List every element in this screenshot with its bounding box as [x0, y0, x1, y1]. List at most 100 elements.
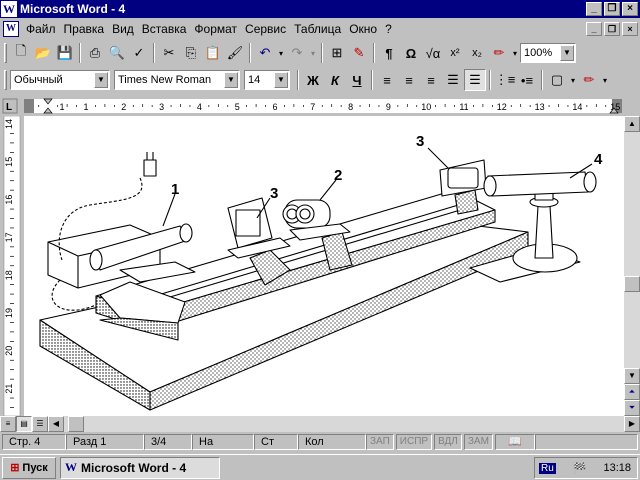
show-formatting-icon[interactable]: ¶	[378, 42, 400, 64]
paste-icon[interactable]: 📋	[202, 42, 224, 64]
highlight-dropdown-icon[interactable]: ▾	[510, 42, 520, 64]
horizontal-scrollbar[interactable]: ≡ ▤ ☰ ◀ ▶	[0, 416, 640, 432]
toolbar-grip[interactable]	[4, 43, 7, 63]
numbered-list-icon[interactable]: ⋮≡	[494, 69, 516, 91]
align-right-icon[interactable]: ≡	[420, 69, 442, 91]
distributed-align-icon[interactable]: ☰	[464, 69, 486, 91]
status-col: Кол	[298, 434, 366, 450]
drawing-icon[interactable]: ✎	[348, 42, 370, 64]
horizontal-thumb[interactable]	[68, 416, 84, 432]
font-select[interactable]: Times New Roman ▼	[114, 70, 240, 90]
previous-page-button[interactable]: ⏶	[624, 384, 640, 400]
maximize-button[interactable]: ❐	[604, 2, 620, 16]
copy-icon[interactable]: ⎘	[180, 42, 202, 64]
horizontal-ruler[interactable]: L 1 1 2 3 4 5 6 7 8 9 10 11 12 13 14 15	[0, 96, 640, 116]
align-center-icon[interactable]: ≡	[398, 69, 420, 91]
open-icon[interactable]: 📂	[32, 42, 54, 64]
print-icon[interactable]: ⎙	[84, 42, 106, 64]
menu-edit[interactable]: Правка	[60, 22, 109, 36]
redo-dropdown-icon[interactable]: ▾	[308, 42, 318, 64]
horizontal-track[interactable]	[64, 416, 624, 432]
lamp-tube-end	[179, 223, 193, 243]
status-pages: 3/4	[144, 434, 192, 450]
menu-window[interactable]: Окно	[345, 22, 381, 36]
undo-icon[interactable]: ↶	[254, 42, 276, 64]
word-app-icon[interactable]: W	[1, 1, 17, 17]
menu-bar: W Файл Правка Вид Вставка Формат Сервис …	[0, 18, 640, 40]
font-size-select[interactable]: 14 ▼	[244, 70, 290, 90]
underline-button[interactable]: Ч	[346, 69, 368, 91]
scroll-down-button[interactable]: ▼	[624, 368, 640, 384]
print-preview-icon[interactable]: 🔍	[106, 42, 128, 64]
document-icon[interactable]: W	[3, 21, 19, 37]
align-left-icon[interactable]: ≡	[376, 69, 398, 91]
doc-minimize-button[interactable]: _	[586, 22, 602, 36]
task-word-button[interactable]: W Microsoft Word - 4	[60, 456, 220, 479]
undo-dropdown-icon[interactable]: ▾	[276, 42, 286, 64]
mode-extend[interactable]: ВДЛ	[434, 434, 462, 450]
vertical-scrollbar[interactable]: ▲ ▼ ⏶ ⏷	[624, 116, 640, 416]
save-icon[interactable]: 💾	[54, 42, 76, 64]
menu-view[interactable]: Вид	[108, 22, 138, 36]
language-indicator[interactable]: Ru	[539, 462, 556, 474]
clock[interactable]: 13:18	[603, 462, 631, 474]
equation-icon[interactable]: √α	[422, 42, 444, 64]
italic-button[interactable]: К	[324, 69, 346, 91]
scroll-right-button[interactable]: ▶	[624, 416, 640, 432]
chevron-down-icon[interactable]: ▼	[560, 45, 574, 61]
vruler-label: 21	[4, 384, 14, 394]
chevron-down-icon[interactable]: ▼	[94, 72, 108, 88]
mode-rec[interactable]: ЗАП	[366, 434, 394, 450]
spelling-icon[interactable]: ✓	[128, 42, 150, 64]
document-area[interactable]: 1 3 2 3 4	[24, 116, 624, 416]
cut-icon[interactable]: ✂	[158, 42, 180, 64]
lamp-lens	[89, 249, 103, 271]
page-layout-view-button[interactable]: ▤	[16, 416, 32, 432]
leader-line-3b	[427, 147, 449, 169]
redo-icon[interactable]: ↷	[286, 42, 308, 64]
menu-help[interactable]: ?	[381, 22, 396, 36]
format-painter-icon[interactable]: 🖌	[224, 42, 246, 64]
new-icon[interactable]: 🗋	[10, 42, 32, 64]
scroll-thumb[interactable]	[624, 276, 640, 292]
close-button[interactable]: ×	[622, 2, 638, 16]
font-color-icon[interactable]: ✏	[578, 69, 600, 91]
toolbar-grip[interactable]	[4, 70, 7, 90]
insert-table-icon[interactable]: ⊞	[326, 42, 348, 64]
highlight-icon[interactable]: ✏	[488, 42, 510, 64]
menu-tools[interactable]: Сервис	[241, 22, 290, 36]
next-page-button[interactable]: ⏷	[624, 400, 640, 416]
vruler-label: 20	[4, 346, 14, 356]
menu-file[interactable]: Файл	[22, 22, 60, 36]
mode-overtype[interactable]: ЗАМ	[463, 434, 493, 450]
font-color-dropdown-icon[interactable]: ▾	[600, 69, 610, 91]
subscript-icon[interactable]: x₂	[466, 42, 488, 64]
chevron-down-icon[interactable]: ▼	[224, 72, 238, 88]
superscript-icon[interactable]: x²	[444, 42, 466, 64]
outline-view-button[interactable]: ☰	[32, 416, 48, 432]
scroll-up-button[interactable]: ▲	[624, 116, 640, 132]
style-select[interactable]: Обычный ▼	[10, 70, 110, 90]
menu-table[interactable]: Таблица	[290, 22, 345, 36]
justify-icon[interactable]: ☰	[442, 69, 464, 91]
start-button[interactable]: ⊞ Пуск	[2, 456, 56, 479]
symbol-icon[interactable]: Ω	[400, 42, 422, 64]
chevron-down-icon[interactable]: ▼	[274, 72, 288, 88]
borders-icon[interactable]: ▢	[546, 69, 568, 91]
doc-restore-button[interactable]: ❐	[604, 22, 620, 36]
bulleted-list-icon[interactable]: •≡	[516, 69, 538, 91]
tray-app-icon[interactable]: 🏁	[573, 462, 587, 475]
mode-track-changes[interactable]: ИСПР	[395, 434, 433, 450]
menu-format[interactable]: Формат	[190, 22, 241, 36]
minimize-button[interactable]: _	[586, 2, 602, 16]
menu-insert[interactable]: Вставка	[138, 22, 191, 36]
tab-selector[interactable]: L	[6, 102, 12, 113]
borders-dropdown-icon[interactable]: ▾	[568, 69, 578, 91]
zoom-select[interactable]: 100% ▼	[520, 43, 576, 63]
vertical-ruler[interactable]: 14 15 16 17 18 19 20 21	[0, 115, 24, 417]
normal-view-button[interactable]: ≡	[0, 416, 16, 432]
scroll-left-button[interactable]: ◀	[48, 416, 64, 432]
spelling-status-icon[interactable]: 📖	[494, 434, 535, 450]
doc-close-button[interactable]: ×	[622, 22, 638, 36]
bold-button[interactable]: Ж	[302, 69, 324, 91]
